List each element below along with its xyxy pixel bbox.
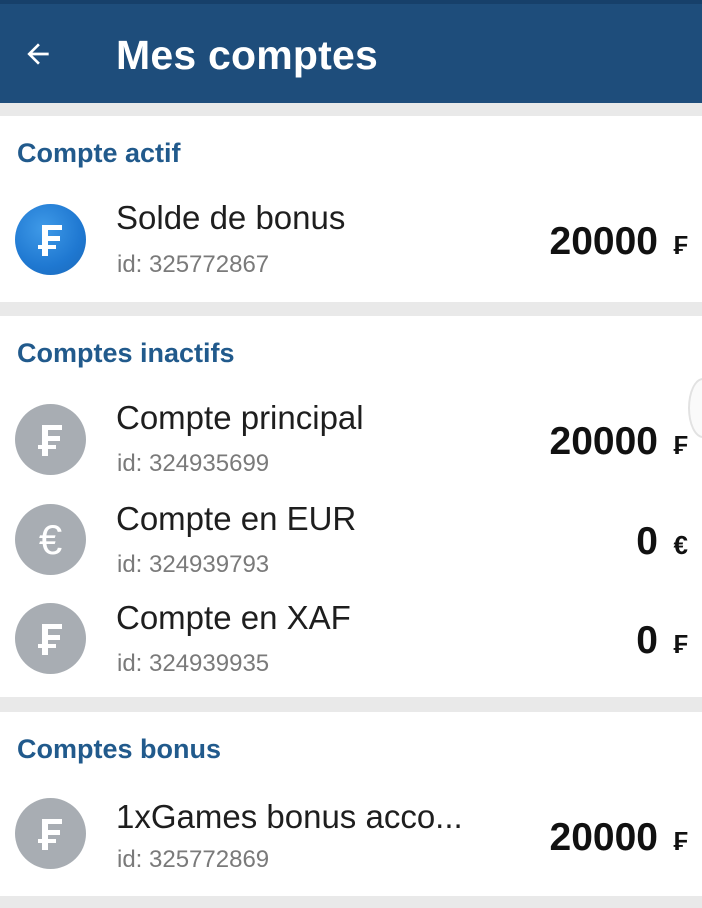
section-title-active: Compte actif: [17, 138, 181, 168]
account-name: Solde de bonus: [116, 199, 346, 236]
account-name: Compte principal: [116, 399, 364, 436]
section-title-inactive: Comptes inactifs: [17, 338, 235, 368]
franc-coin-icon: [15, 204, 86, 275]
euro-coin-icon: €: [15, 504, 86, 575]
account-amount: 20000: [549, 220, 658, 263]
account-id: id: 325772869: [117, 846, 270, 873]
account-amount: 20000: [549, 420, 658, 463]
account-row-main[interactable]: Compte principal id: 324935699 20000 ₣: [0, 392, 702, 488]
bonus-accounts-card: Comptes bonus 1xGames bonus acco... id: …: [0, 712, 702, 896]
currency-symbol: ₣: [673, 430, 688, 460]
account-row-eur[interactable]: € Compte en EUR id: 324939793 0 €: [0, 492, 702, 588]
account-row-1xgames-bonus[interactable]: 1xGames bonus acco... id: 325772869 2000…: [0, 786, 702, 882]
account-id: id: 325772867: [117, 251, 270, 278]
account-amount: 20000: [549, 816, 658, 859]
account-id: id: 324939935: [117, 650, 270, 677]
account-amount: 0: [636, 619, 658, 662]
account-id: id: 324935699: [117, 450, 270, 477]
account-name: Compte en XAF: [116, 599, 351, 636]
franc-coin-icon: [15, 603, 86, 674]
currency-symbol: €: [673, 530, 688, 560]
back-button[interactable]: [18, 34, 58, 74]
account-row-bonus-balance[interactable]: Solde de bonus id: 325772867 20000 ₣: [0, 192, 702, 288]
page-title: Mes comptes: [116, 32, 378, 78]
account-name: 1xGames bonus acco...: [116, 798, 463, 835]
franc-coin-icon: [15, 798, 86, 869]
inactive-accounts-card: Comptes inactifs Compte principal id: 32…: [0, 316, 702, 697]
currency-symbol: ₣: [673, 826, 688, 856]
currency-symbol: ₣: [673, 629, 688, 659]
account-amount: 0: [636, 520, 658, 563]
account-id: id: 324939793: [117, 551, 270, 578]
section-title-bonus: Comptes bonus: [17, 734, 222, 764]
franc-coin-icon: [15, 404, 86, 475]
active-accounts-card: Compte actif Solde de bonus id: 32577286…: [0, 116, 702, 302]
arrow-left-icon: [27, 43, 49, 65]
app-bar: Mes comptes: [0, 0, 702, 103]
account-row-xaf[interactable]: Compte en XAF id: 324939935 0 ₣: [0, 591, 702, 687]
account-name: Compte en EUR: [116, 500, 357, 537]
currency-symbol: ₣: [673, 230, 688, 260]
